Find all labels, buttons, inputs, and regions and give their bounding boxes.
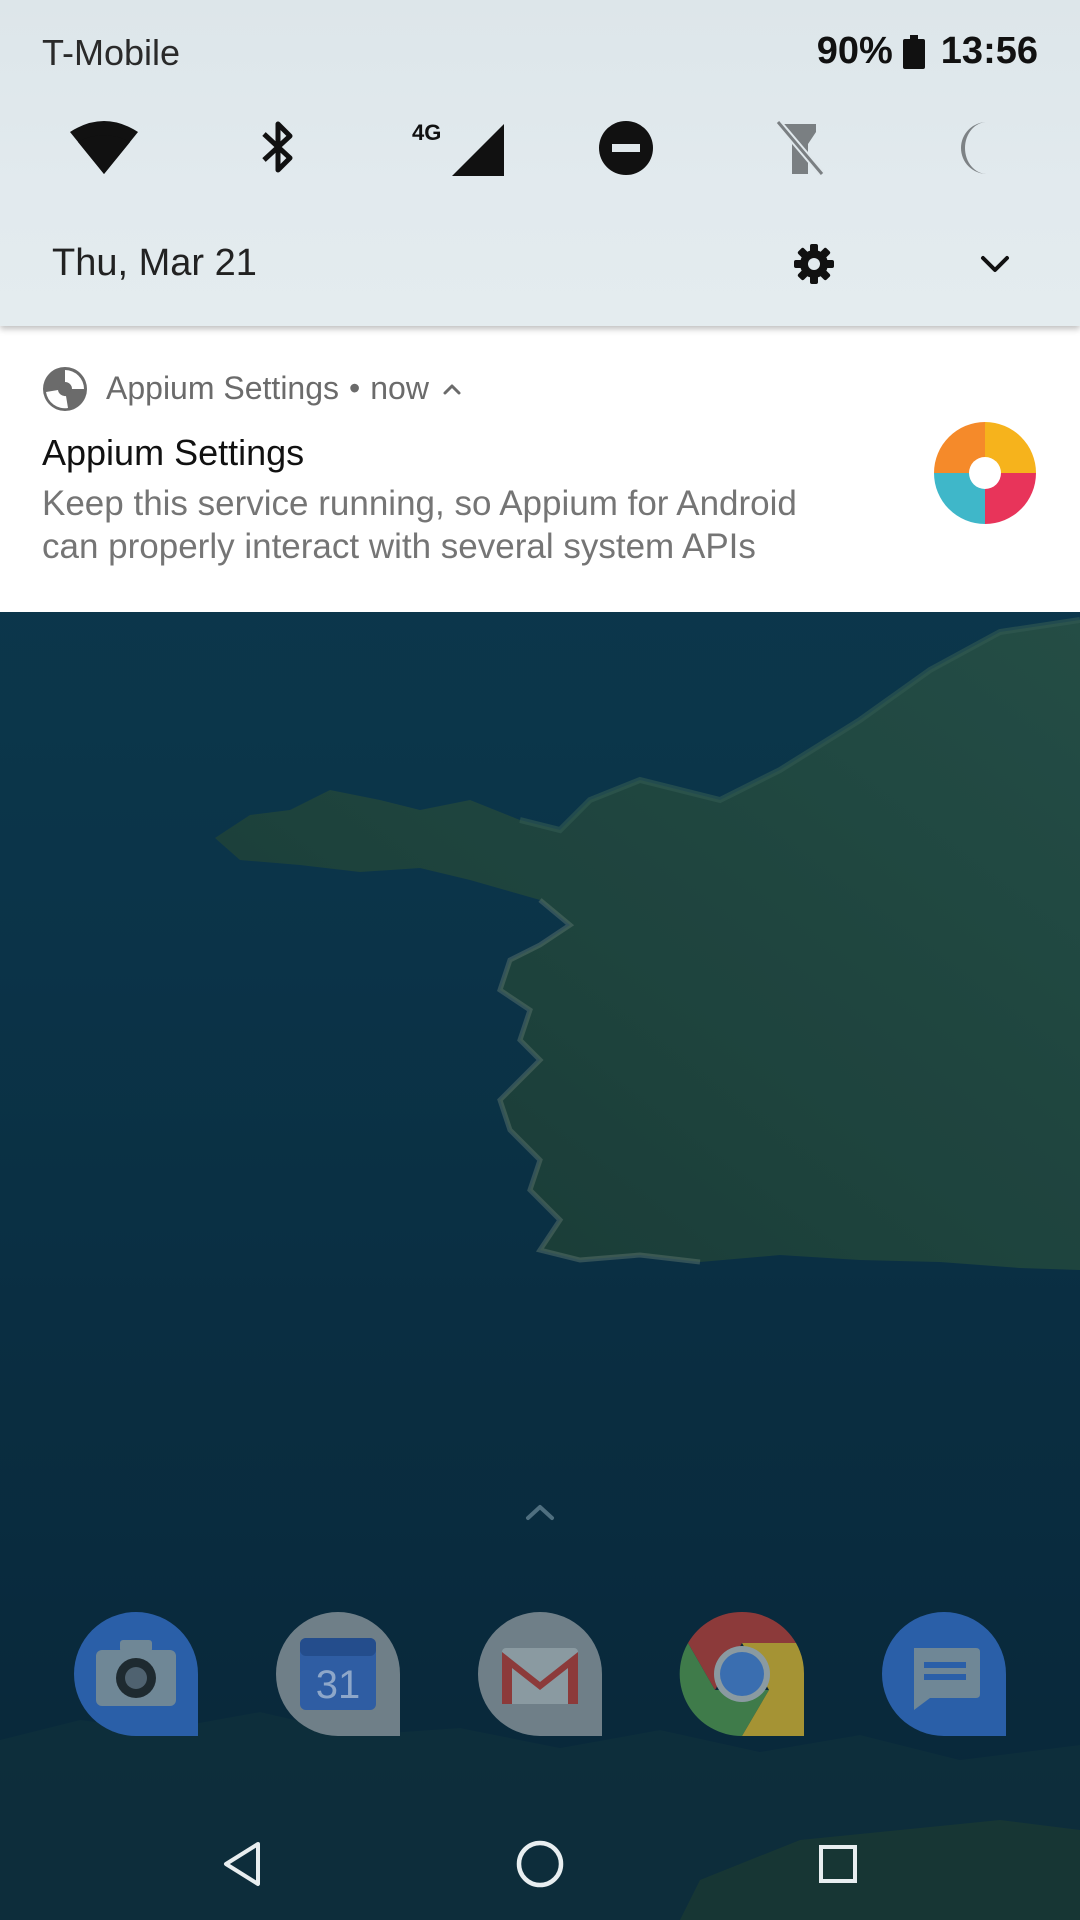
messages-icon[interactable]: [880, 1610, 1008, 1738]
app-dock: 31: [0, 1610, 1080, 1740]
bluetooth-icon: [262, 121, 293, 173]
appium-small-icon: [43, 367, 87, 411]
date-label: Thu, Mar 21: [52, 242, 257, 284]
calendar-icon[interactable]: 31: [274, 1610, 402, 1738]
chevron-down-icon[interactable]: [975, 248, 1015, 280]
gmail-icon[interactable]: [476, 1610, 604, 1738]
home-button[interactable]: [508, 1832, 572, 1896]
notification-header: Appium Settings • now: [106, 370, 463, 407]
moon-icon: [961, 122, 987, 174]
android-screen: T-Mobile 90% 13:56 4G Thu, Mar 21 Appium…: [0, 0, 1080, 1920]
recents-icon: [819, 1845, 857, 1883]
home-icon: [516, 1840, 564, 1888]
network-type-label: 4G: [412, 120, 442, 145]
mobile-data-tile[interactable]: 4G: [410, 108, 510, 188]
appium-logo-icon: [934, 422, 1036, 524]
header-separator: •: [349, 370, 361, 406]
wifi-tile[interactable]: [64, 108, 144, 188]
battery-percent: 90%: [816, 30, 893, 72]
notification-title: Appium Settings: [42, 432, 305, 473]
chevron-up-icon[interactable]: [441, 381, 463, 397]
settings-gear-icon[interactable]: [792, 242, 836, 286]
notification-text: Keep this service running, so Appium for…: [42, 484, 797, 566]
carrier-label: T-Mobile: [42, 32, 181, 73]
recents-button[interactable]: [806, 1832, 870, 1896]
quick-settings-row: 4G: [0, 108, 1080, 188]
bluetooth-tile[interactable]: [238, 108, 318, 188]
wifi-icon: [70, 121, 138, 174]
notification-time: now: [370, 370, 429, 406]
flashlight-tile[interactable]: [760, 108, 840, 188]
chrome-icon[interactable]: [678, 1610, 806, 1738]
notification-card[interactable]: Appium Settings • now Appium Settings Ke…: [0, 326, 1080, 612]
clock: 13:56: [940, 30, 1038, 72]
status-right-group: 90% 13:56: [817, 30, 1038, 73]
notification-app-name: Appium Settings: [106, 370, 340, 406]
back-icon: [224, 1842, 260, 1886]
quick-settings-shade: T-Mobile 90% 13:56 4G Thu, Mar 21: [0, 0, 1080, 326]
camera-icon[interactable]: [72, 1610, 200, 1738]
flashlight-off-icon: [775, 119, 825, 177]
battery-icon: [902, 34, 925, 69]
night-light-tile[interactable]: [936, 108, 1016, 188]
back-button[interactable]: [210, 1832, 274, 1896]
app-drawer-arrow-icon[interactable]: [522, 1500, 558, 1524]
calendar-day: 31: [316, 1663, 361, 1707]
do-not-disturb-tile[interactable]: [586, 108, 666, 188]
do-not-disturb-icon: [599, 121, 653, 175]
navigation-bar: [0, 1808, 1080, 1920]
signal-icon: [452, 124, 504, 176]
